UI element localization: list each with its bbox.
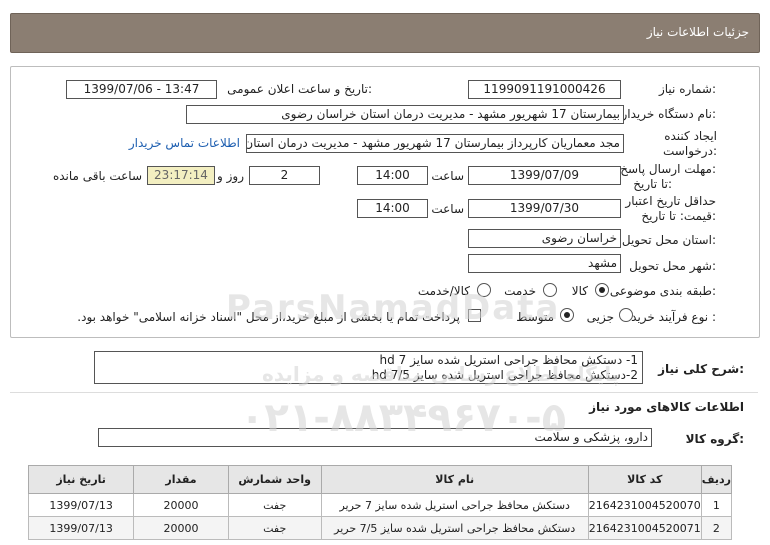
- deadline-label: مهلت ارسال پاسخ:: [620, 162, 716, 176]
- row-number: 1: [700, 493, 733, 517]
- page-header: جزئیات اطلاعات نیاز: [10, 13, 760, 53]
- category-service-label: خدمت: [504, 284, 536, 298]
- validity-time-field: 14:00: [357, 199, 428, 218]
- deadline-label-2: تا تاریخ:: [633, 177, 672, 191]
- time-remaining-field: 23:17:14: [147, 166, 215, 185]
- validity-label-2: قیمت: تا تاریخ:: [641, 209, 716, 223]
- creator-label-2: درخواست:: [663, 144, 717, 158]
- buyer-field: بیمارستان 17 شهریور مشهد - مدیریت درمان …: [186, 105, 624, 124]
- item-name: دستکش محافظ جراحی استریل شده سایز 7/5 حر…: [320, 516, 589, 540]
- deadline-time-field: 14:00: [357, 166, 428, 185]
- category-service-radio[interactable]: [543, 283, 557, 297]
- goods-table-header: ردیف کد کالا نام کالا واحد شمارش مقدار ت…: [27, 465, 733, 494]
- province-field: خراسان رضوی: [468, 229, 621, 248]
- item-need-date: 1399/07/13: [27, 493, 135, 517]
- col-unit: واحد شمارش: [227, 465, 322, 494]
- goods-section-title: اطلاعات کالاهای مورد نیاز: [589, 400, 744, 414]
- announce-label: تاریخ و ساعت اعلان عمومی:: [227, 82, 372, 96]
- validity-time-label: ساعت: [431, 202, 464, 216]
- item-code: 2164231004520071: [587, 516, 702, 540]
- days-label: روز و: [217, 169, 244, 183]
- category-goods-label: کالا: [571, 284, 588, 298]
- category-goods-service-label: کالا/خدمت: [417, 284, 470, 298]
- buyer-contact-link[interactable]: اطلاعات تماس خریدار: [129, 136, 240, 150]
- item-unit: جفت: [227, 516, 322, 540]
- process-minor-radio[interactable]: [619, 308, 633, 322]
- buyer-label: نام دستگاه خریدار:: [621, 107, 717, 121]
- validity-label: حداقل تاریخ اعتبار: [625, 194, 716, 208]
- col-code: کد کالا: [587, 465, 702, 494]
- table-row: 2 2164231004520071 دستکش محافظ جراحی است…: [27, 516, 733, 540]
- description-line-1: 1- دستکش محافظ جراحی استریل شده سایز 7 h…: [379, 353, 638, 367]
- col-quantity: مقدار: [133, 465, 229, 494]
- time-remaining-label: ساعت باقی مانده: [52, 169, 142, 183]
- treasury-payment-checkbox[interactable]: [468, 309, 481, 322]
- item-unit: جفت: [227, 493, 322, 517]
- category-label: طبقه بندی موضوعی:: [609, 284, 716, 298]
- item-name: دستکش محافظ جراحی استریل شده سایز 7 حریر: [320, 493, 589, 517]
- row-number: 2: [700, 516, 733, 540]
- need-number-label: شماره نیاز:: [658, 82, 716, 96]
- deadline-date-field: 1399/07/09: [468, 166, 621, 185]
- process-medium-label: متوسط: [516, 310, 554, 324]
- goods-group-label: گروه کالا:: [685, 432, 744, 446]
- announce-datetime-field: 1399/07/06 - 13:47: [66, 80, 217, 99]
- description-label: شرح کلی نیاز:: [658, 362, 744, 376]
- item-code: 2164231004520070: [587, 493, 702, 517]
- days-remaining-field: 2: [249, 166, 320, 185]
- item-quantity: 20000: [133, 516, 229, 540]
- process-medium-radio[interactable]: [560, 308, 574, 322]
- process-label: نوع فرآیند خرید :: [631, 310, 716, 324]
- validity-date-field: 1399/07/30: [468, 199, 621, 218]
- description-box: 1- دستکش محافظ جراحی استریل شده سایز 7 h…: [94, 351, 643, 384]
- category-goods-service-radio[interactable]: [477, 283, 491, 297]
- creator-field: مجد معماریان کارپرداز بیمارستان 17 شهریو…: [246, 134, 624, 153]
- col-need-date: تاریخ نیاز: [27, 465, 135, 494]
- divider: [10, 392, 758, 393]
- province-label: استان محل تحویل:: [621, 233, 716, 247]
- description-line-2: 2-دستکش محافظ جراحی استریل شده سایز 7/5 …: [371, 368, 638, 382]
- table-row: 1 2164231004520070 دستکش محافظ جراحی است…: [27, 493, 733, 517]
- process-minor-label: جزیی: [586, 310, 614, 324]
- goods-table: ردیف کد کالا نام کالا واحد شمارش مقدار ت…: [27, 465, 733, 540]
- item-quantity: 20000: [133, 493, 229, 517]
- col-name: نام کالا: [320, 465, 589, 494]
- deadline-time-label: ساعت: [431, 169, 464, 183]
- page-title: جزئیات اطلاعات نیاز: [646, 25, 749, 39]
- item-need-date: 1399/07/13: [27, 516, 135, 540]
- col-row: ردیف: [700, 465, 733, 494]
- treasury-payment-note: پرداخت تمام یا بخشی از مبلغ خرید،از محل …: [77, 310, 460, 324]
- creator-label: ایجاد کننده: [664, 129, 717, 143]
- goods-group-field: دارو، پزشکی و سلامت: [98, 428, 652, 447]
- city-label: شهر محل تحویل:: [629, 259, 716, 273]
- city-field: مشهد: [468, 254, 621, 273]
- category-goods-radio[interactable]: [595, 283, 609, 297]
- need-number-field: 1199091191000426: [468, 80, 621, 99]
